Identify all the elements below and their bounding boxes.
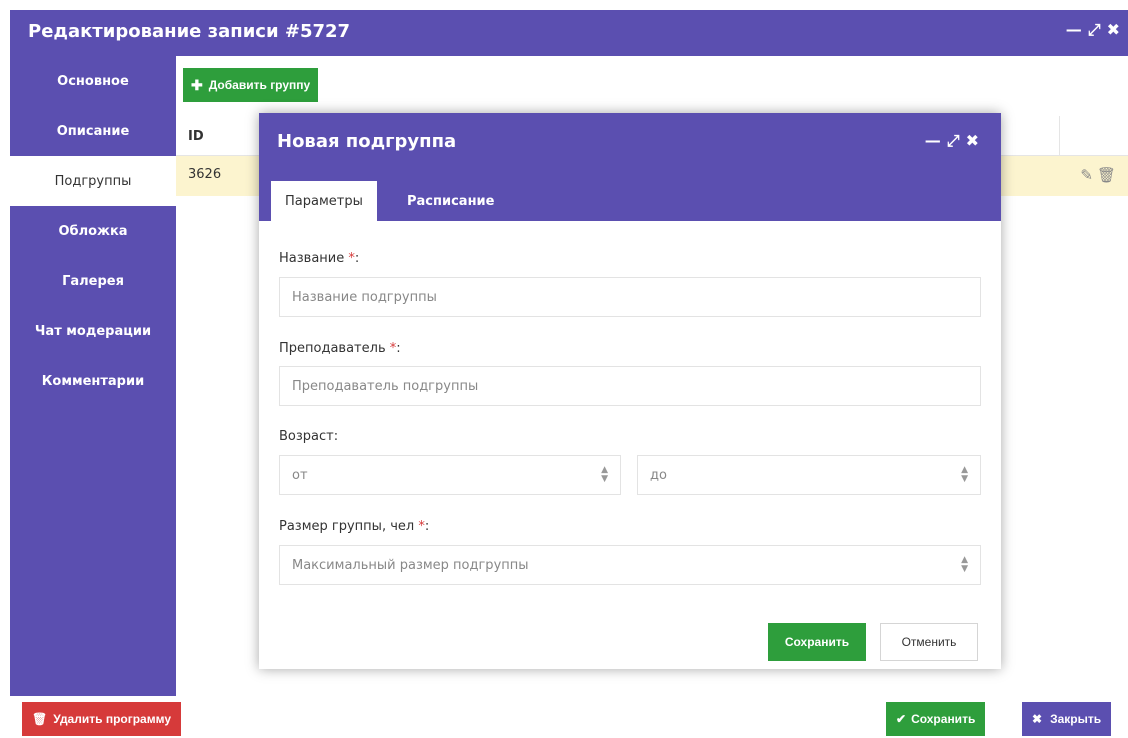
sidebar-item-description[interactable]: Описание bbox=[10, 106, 176, 156]
age-from-input[interactable]: от ▲ ▼ bbox=[279, 455, 621, 495]
label-suffix: : bbox=[424, 519, 430, 534]
size-placeholder: Максимальный размер подгруппы bbox=[292, 557, 529, 573]
age-field-label: Возраст: bbox=[279, 429, 339, 444]
new-subgroup-modal: Новая подгруппа — ⤢ ✖ Параметры Расписан… bbox=[259, 113, 1001, 669]
window-header: Редактирование записи #5727 — ⤢ ✖ bbox=[10, 10, 1128, 56]
age-to-input[interactable]: до ▲ ▼ bbox=[637, 455, 981, 495]
maximize-icon[interactable]: ⤢ bbox=[947, 131, 960, 151]
modal-cancel-button[interactable]: Отменить bbox=[880, 623, 978, 661]
teacher-input[interactable]: Преподаватель подгруппы bbox=[279, 366, 981, 406]
sidebar-item-label: Галерея bbox=[62, 273, 124, 289]
sidebar-item-main[interactable]: Основное bbox=[10, 56, 176, 106]
sidebar-item-moderation-chat[interactable]: Чат модерации bbox=[10, 306, 176, 356]
minimize-icon[interactable]: — bbox=[925, 131, 941, 151]
maximize-icon[interactable]: ⤢ bbox=[1088, 20, 1101, 40]
delete-program-label: Удалить программу bbox=[53, 712, 172, 726]
spinner-icon[interactable]: ▲ ▼ bbox=[961, 466, 968, 484]
age-from-placeholder: от bbox=[292, 467, 308, 483]
tab-schedule[interactable]: Расписание bbox=[393, 181, 508, 221]
sidebar: Основное Описание Подгруппы Обложка Гале… bbox=[10, 56, 176, 696]
size-label-text: Размер группы, чел bbox=[279, 519, 415, 534]
column-divider bbox=[1059, 116, 1060, 156]
teacher-label-text: Преподаватель bbox=[279, 341, 386, 356]
plus-icon: ✚ bbox=[191, 76, 203, 93]
add-group-button[interactable]: ✚ Добавить группу bbox=[183, 68, 319, 102]
sidebar-item-label: Основное bbox=[57, 73, 129, 89]
modal-controls: — ⤢ ✖ bbox=[925, 131, 979, 151]
name-placeholder: Название подгруппы bbox=[292, 289, 437, 305]
sidebar-item-label: Описание bbox=[56, 123, 130, 139]
window-controls: — ⤢ ✖ bbox=[1066, 20, 1120, 40]
name-label-text: Название bbox=[279, 251, 345, 266]
sidebar-item-label: Подгруппы bbox=[54, 173, 132, 189]
sidebar-item-label: Комментарии bbox=[41, 373, 145, 389]
delete-program-button[interactable]: 🗑 Удалить программу bbox=[22, 702, 182, 736]
column-header-id: ID bbox=[188, 129, 204, 144]
window-footer: 🗑 Удалить программу ✔ Сохранить ✖ Закрыт… bbox=[10, 696, 1128, 738]
label-suffix: : bbox=[396, 341, 401, 356]
row-actions: ✎ 🗑 bbox=[1080, 166, 1116, 184]
close-label: Закрыть bbox=[1050, 712, 1102, 726]
teacher-field-label: Преподаватель *: bbox=[279, 341, 401, 356]
spinner-icon[interactable]: ▲ ▼ bbox=[601, 466, 608, 484]
size-field-label: Размер группы, чел *: bbox=[279, 519, 429, 534]
trash-icon[interactable]: 🗑 bbox=[1097, 166, 1116, 184]
save-label: Сохранить bbox=[911, 712, 976, 726]
check-icon: ✔ bbox=[896, 712, 907, 726]
modal-header: Новая подгруппа — ⤢ ✖ Параметры Расписан… bbox=[259, 113, 1001, 221]
trash-icon: 🗑 bbox=[32, 712, 48, 726]
teacher-placeholder: Преподаватель подгруппы bbox=[292, 378, 479, 394]
group-size-input[interactable]: Максимальный размер подгруппы ▲ ▼ bbox=[279, 545, 981, 585]
close-icon[interactable]: ✖ bbox=[966, 131, 979, 151]
window-title: Редактирование записи #5727 bbox=[28, 21, 351, 42]
sidebar-item-label: Обложка bbox=[58, 223, 128, 239]
cell-id: 3626 bbox=[188, 167, 222, 182]
save-button[interactable]: ✔ Сохранить bbox=[886, 702, 986, 736]
sidebar-item-label: Чат модерации bbox=[34, 323, 152, 339]
sidebar-item-cover[interactable]: Обложка bbox=[10, 206, 176, 256]
close-button[interactable]: ✖ Закрыть bbox=[1022, 702, 1112, 736]
name-field-label: Название *: bbox=[279, 251, 359, 266]
sidebar-item-comments[interactable]: Комментарии bbox=[10, 356, 176, 406]
pencil-icon[interactable]: ✎ bbox=[1080, 166, 1093, 184]
age-to-placeholder: до bbox=[650, 467, 667, 483]
add-group-label: Добавить группу bbox=[208, 78, 311, 92]
modal-title: Новая подгруппа bbox=[277, 131, 457, 152]
close-icon[interactable]: ✖ bbox=[1107, 20, 1120, 40]
spinner-icon[interactable]: ▲ ▼ bbox=[961, 556, 968, 574]
sidebar-item-gallery[interactable]: Галерея bbox=[10, 256, 176, 306]
tab-parameters[interactable]: Параметры bbox=[271, 181, 377, 221]
label-suffix: : bbox=[354, 251, 360, 266]
modal-save-button[interactable]: Сохранить bbox=[768, 623, 866, 661]
name-input[interactable]: Название подгруппы bbox=[279, 277, 981, 317]
sidebar-item-subgroups[interactable]: Подгруппы bbox=[10, 156, 176, 206]
minimize-icon[interactable]: — bbox=[1066, 20, 1082, 40]
close-icon: ✖ bbox=[1032, 712, 1043, 726]
